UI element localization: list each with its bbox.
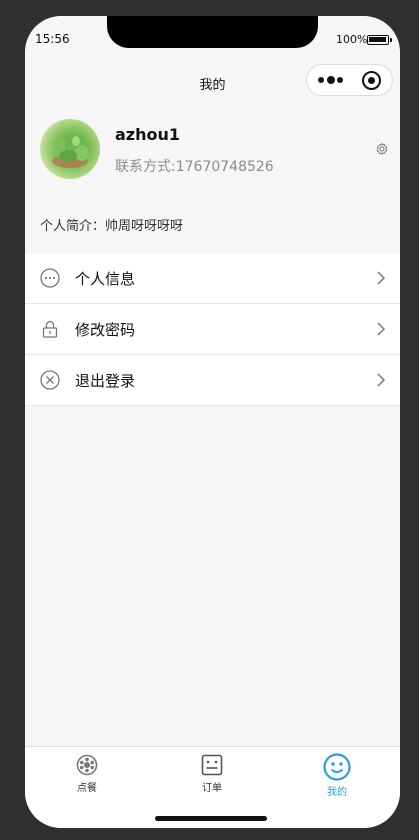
menu-item-label: 个人信息 [75, 270, 136, 288]
tab-label: 订单 [202, 783, 222, 794]
menu-item-label: 退出登录 [75, 372, 136, 390]
chevron-right-icon [377, 322, 386, 336]
status-time: 15:56 [35, 32, 70, 46]
food-icon [76, 754, 98, 776]
home-indicator [155, 816, 267, 821]
succulent-image [52, 135, 89, 168]
avatar[interactable] [40, 119, 100, 179]
lock-icon [42, 320, 58, 338]
phone-screen: 15:56 100% 我的 azhou1 联系方式:17670748526 个人… [25, 16, 400, 828]
tab-mine[interactable]: 我的 [297, 753, 377, 798]
smile-icon [323, 753, 351, 781]
tab-label: 点餐 [77, 783, 97, 794]
bio-text: 个人简介：帅周呀呀呀呀 [40, 219, 184, 234]
more-dots-icon[interactable] [317, 72, 345, 88]
mini-program-capsule [306, 64, 393, 96]
contact-info: 联系方式:17670748526 [115, 159, 274, 175]
tab-label: 我的 [327, 787, 347, 798]
close-circle-icon [40, 370, 60, 390]
menu-item-change-password[interactable]: 修改密码 [25, 304, 400, 355]
settings-menu: 个人信息 修改密码 退出登录 [25, 253, 400, 406]
tab-orders[interactable]: 订单 [172, 753, 252, 794]
username: azhou1 [115, 125, 181, 144]
gear-icon[interactable] [375, 142, 389, 156]
battery-percent: 100% [336, 33, 368, 46]
battery-icon [367, 35, 392, 45]
chevron-right-icon [377, 373, 386, 387]
order-icon [201, 754, 223, 776]
close-mini-program-icon[interactable] [362, 71, 381, 90]
menu-item-label: 修改密码 [75, 321, 136, 339]
menu-item-logout[interactable]: 退出登录 [25, 355, 400, 406]
more-circle-icon [40, 268, 60, 288]
tab-order-food[interactable]: 点餐 [47, 753, 127, 794]
chevron-right-icon [377, 271, 386, 285]
menu-item-profile-info[interactable]: 个人信息 [25, 253, 400, 304]
notch [107, 16, 318, 48]
